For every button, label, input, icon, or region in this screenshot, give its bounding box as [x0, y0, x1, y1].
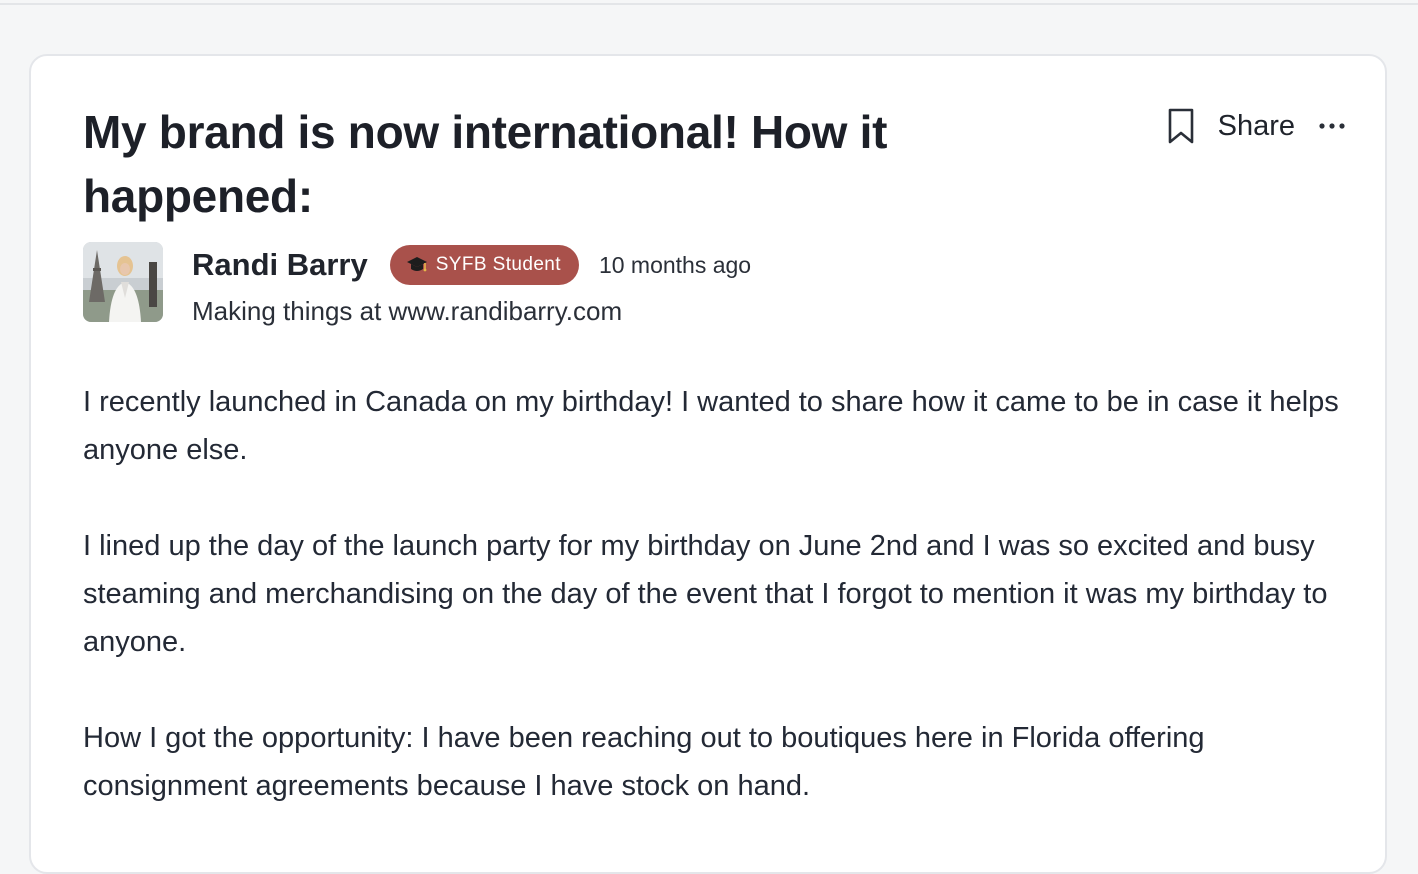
post-card: My brand is now international! How it ha…	[29, 54, 1387, 874]
more-horizontal-icon[interactable]	[1317, 111, 1347, 141]
post-paragraph: I recently launched in Canada on my birt…	[83, 386, 1339, 466]
post-actions: Share	[1166, 106, 1347, 146]
post-timestamp: 10 months ago	[598, 251, 752, 278]
post-paragraph: How I got the opportunity: I have been r…	[83, 722, 1205, 802]
student-badge: SYFB Student	[389, 245, 579, 285]
author-tagline: Making things at www.randibarry.com	[192, 296, 623, 326]
author-name[interactable]: Randi Barry	[192, 247, 368, 283]
graduation-cap-icon	[406, 256, 428, 274]
post-body: I recently launched in Canada on my birt…	[83, 378, 1343, 858]
author-row: Randi Barry SYFB Student 10 months ago	[192, 244, 751, 286]
avatar[interactable]	[83, 242, 163, 322]
post-paragraph: I lined up the day of the launch party f…	[83, 530, 1328, 658]
post-title: My brand is now international! How it ha…	[83, 106, 888, 222]
share-button[interactable]: Share	[1218, 110, 1295, 143]
badge-label: SYFB Student	[435, 254, 561, 275]
top-divider	[0, 0, 1418, 5]
bookmark-icon[interactable]	[1166, 107, 1196, 145]
